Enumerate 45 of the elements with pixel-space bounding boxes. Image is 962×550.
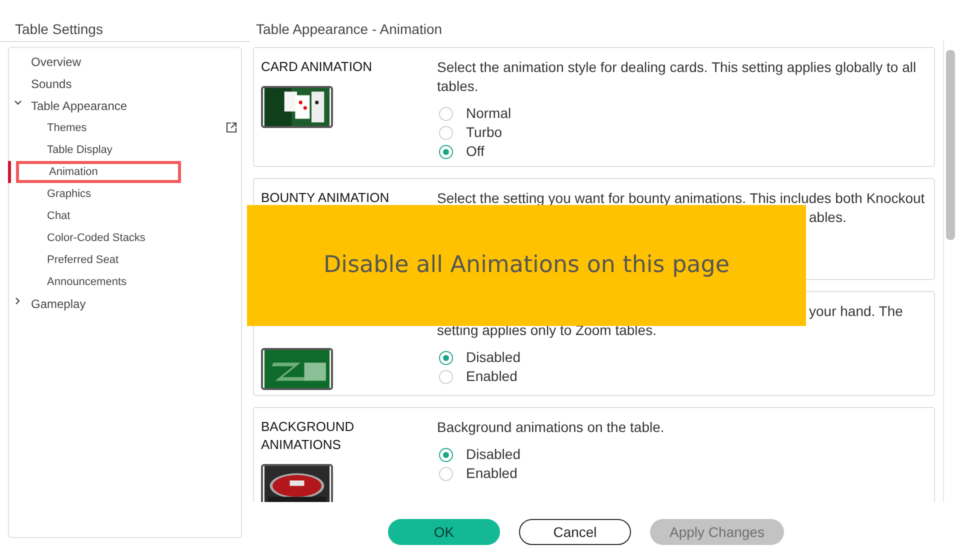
radio-button[interactable] bbox=[439, 370, 453, 384]
sidebar-item[interactable]: Gameplay bbox=[31, 297, 86, 311]
panel-title: Table Settings bbox=[15, 21, 103, 37]
sidebar-item[interactable]: Announcements bbox=[47, 271, 126, 293]
radio-button[interactable] bbox=[439, 144, 453, 158]
sidebar-item[interactable]: Table Display bbox=[47, 139, 112, 161]
chevron-down-icon[interactable] bbox=[14, 99, 22, 107]
page-title: Table Appearance - Animation bbox=[256, 21, 442, 37]
setting-title: BOUNTY ANIMATION bbox=[261, 189, 390, 207]
setting-description: Background animations on the table. bbox=[437, 418, 666, 437]
sidebar-item[interactable]: Graphics bbox=[47, 183, 92, 205]
callout-text: Disable all Animations on this page bbox=[323, 251, 730, 280]
sidebar-item[interactable]: Chat bbox=[47, 205, 70, 227]
sidebar-item[interactable]: Overview bbox=[31, 55, 82, 69]
setting-description: Select the animation style for dealing cards. This setting applies globally to all tables. bbox=[437, 58, 918, 96]
option-label: Enabled bbox=[466, 367, 518, 386]
external-link-icon[interactable] bbox=[226, 122, 237, 133]
setting-description: ables. bbox=[809, 208, 848, 227]
radio-button[interactable] bbox=[439, 350, 453, 364]
setting-title: CARD ANIMATION bbox=[261, 58, 373, 76]
option-label: Turbo bbox=[466, 123, 502, 142]
radio-button[interactable] bbox=[439, 448, 453, 462]
setting-description: setting applies only to Zoom tables. bbox=[437, 321, 658, 340]
setting-title: BACKGROUND ANIMATIONS bbox=[261, 418, 356, 454]
radio-button[interactable] bbox=[439, 466, 453, 480]
setting-description: Select the setting you want for bounty animations. This includes both Knockout bbox=[437, 189, 926, 208]
option-label: Normal bbox=[466, 104, 512, 123]
selection-marker bbox=[8, 161, 11, 183]
action-button[interactable]: OK bbox=[388, 519, 500, 545]
radio-button[interactable] bbox=[439, 126, 453, 140]
cancel-button[interactable]: Cancel bbox=[519, 519, 631, 545]
sidebar-item[interactable]: Animation bbox=[16, 161, 181, 183]
option-label: Disabled bbox=[466, 445, 520, 464]
radio-button[interactable] bbox=[439, 106, 453, 120]
option-label: Off bbox=[466, 142, 484, 161]
option-label: Disabled bbox=[466, 348, 520, 367]
setting-description: your hand. The bbox=[809, 302, 904, 321]
scrollbar[interactable] bbox=[943, 40, 957, 502]
sidebar-item[interactable]: Color-Coded Stacks bbox=[47, 227, 146, 249]
sidebar-item[interactable]: Table Appearance bbox=[31, 99, 128, 113]
sidebar-item[interactable]: Sounds bbox=[31, 77, 72, 91]
chevron-right-icon[interactable] bbox=[14, 297, 22, 305]
option-label: Enabled bbox=[466, 464, 518, 483]
sidebar-item[interactable]: Preferred Seat bbox=[47, 249, 119, 271]
sidebar-item[interactable]: Themes bbox=[47, 117, 87, 139]
